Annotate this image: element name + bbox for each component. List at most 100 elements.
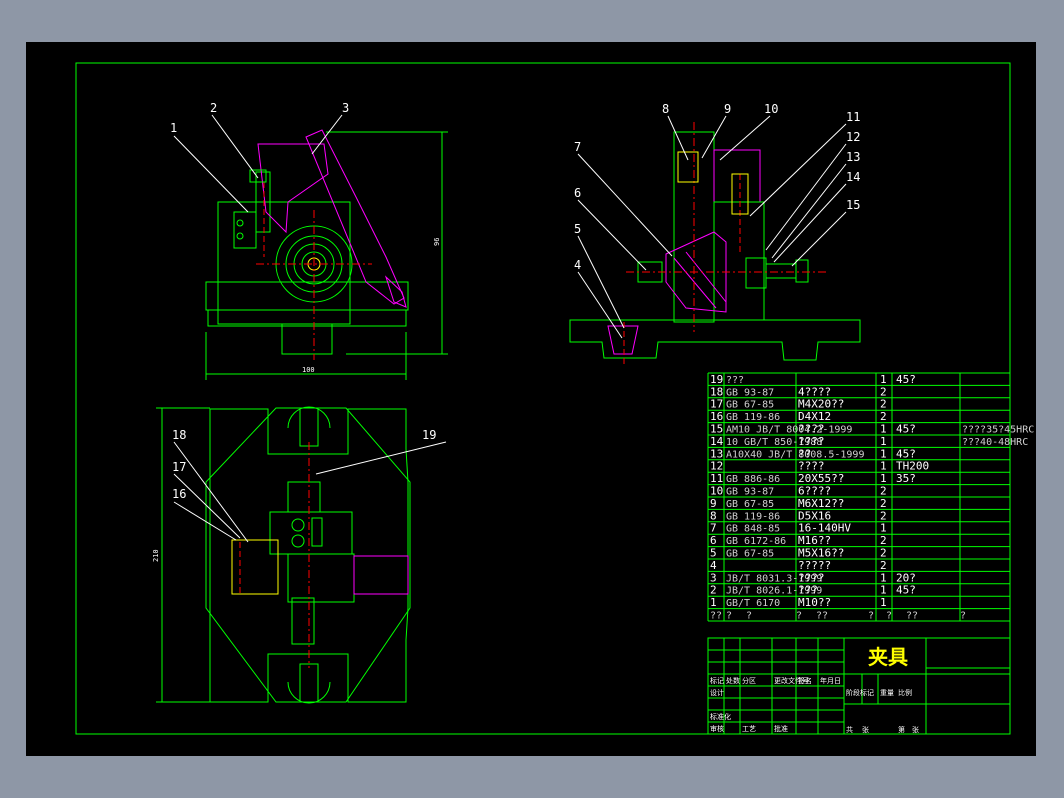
bom-cell-code: GB 6172-86 — [726, 536, 786, 547]
title-block-label: 共 — [846, 725, 853, 734]
bom-header-cell: ? — [960, 611, 966, 622]
bom-cell-code: GB 67-85 — [726, 499, 774, 510]
title-block-label: 张 — [862, 725, 869, 734]
callout-3: 3 — [342, 101, 349, 115]
title-block-label: 处数 — [726, 676, 740, 685]
callout-10: 10 — [764, 102, 778, 116]
bom-cell-no: 18 — [710, 385, 723, 398]
bom-cell-code: A10X40 JB/T 8008.5-1999 — [726, 449, 864, 460]
title-block-label: 分区 — [742, 676, 756, 685]
callout-13: 13 — [846, 150, 860, 164]
bom-cell-name: ???? — [798, 460, 825, 473]
bom-cell-no: 8 — [710, 509, 717, 522]
top-view-leaders — [173, 441, 447, 543]
title-block-label: 标准化 — [710, 712, 731, 721]
bom-cell-name: M16?? — [798, 534, 831, 547]
callout-8: 8 — [662, 102, 669, 116]
bom-cell-qty: 2 — [880, 559, 887, 572]
bom-cell-no: 16 — [710, 410, 723, 423]
cad-drawing: 96 100 1 2 3 4 5 6 7 8 9 10 11 12 13 14 … — [75, 62, 1034, 735]
bom-cell-no: 13 — [710, 447, 723, 460]
bom-header-cell: ?? — [906, 611, 918, 622]
callout-18: 18 — [172, 428, 186, 442]
bom-cell-code: GB 886-86 — [726, 474, 780, 485]
title-block-label: 审核 — [710, 724, 724, 733]
bom-cell-no: 15 — [710, 423, 723, 436]
bom-cell-qty: 1 — [880, 522, 887, 535]
bom-cell-qty: 1 — [880, 472, 887, 485]
bom-cell-qty: 1 — [880, 447, 887, 460]
title-block-label: 张 — [912, 725, 919, 734]
bom-cell-no: 17 — [710, 398, 723, 411]
bom-cell-qty: 1 — [880, 435, 887, 448]
bom-cell-qty: 2 — [880, 485, 887, 498]
title-block-label: 标记 — [710, 676, 724, 685]
dim-v1-height: 96 — [433, 238, 441, 246]
bom-cell-code: GB 848-85 — [726, 524, 780, 535]
bom-header-cell: ? — [796, 611, 802, 622]
bom-cell-note: ????35?45HRC — [962, 425, 1034, 436]
bom-cell-qty: 2 — [880, 547, 887, 560]
bom-cell-qty: 1 — [880, 423, 887, 436]
bom-cell-mat: 35? — [896, 472, 916, 485]
title-block-label: 工艺 — [742, 725, 756, 733]
bom-cell-code: GB 67-85 — [726, 400, 774, 411]
callout-16: 16 — [172, 487, 186, 501]
bom-cell-mat: 45? — [896, 423, 916, 436]
outer-frame — [75, 62, 1011, 735]
title-block-label: 比例 — [898, 688, 912, 697]
bom-cell-qty: 2 — [880, 398, 887, 411]
title-block-labels: 标记 处数 分区 更改文件号签名 年月日设计标准化审核 工艺 批准阶段标记 重量 比例共张第张 — [710, 676, 919, 734]
bom-cell-no: 2 — [710, 584, 717, 597]
title-block-label: 设计 — [710, 688, 724, 697]
bom-cell-name: ????? — [798, 559, 831, 572]
bom-cell-qty: 1 — [880, 584, 887, 597]
bom-cell-name: M10?? — [798, 596, 831, 609]
drawing-canvas: 96 100 1 2 3 4 5 6 7 8 9 10 11 12 13 14 … — [26, 42, 1036, 756]
side-section-view — [569, 122, 861, 366]
front-view — [205, 129, 448, 380]
callout-14: 14 — [846, 170, 860, 184]
bom-cell-no: 4 — [710, 559, 717, 572]
bom-cell-qty: 1 — [880, 373, 887, 386]
callout-6: 6 — [574, 186, 581, 200]
dim-v1-width: 100 — [302, 366, 315, 374]
bill-of-materials: 19??? 1 45?18 GB 93-87 4???? 217 GB 67-85 M4X20… — [707, 372, 1034, 622]
bom-cell-no: 6 — [710, 534, 717, 547]
bom-cell-no: 5 — [710, 547, 717, 560]
bom-cell-qty: 2 — [880, 385, 887, 398]
title-block-label: 重量 — [880, 689, 894, 697]
drawing-title: 夹具 — [868, 645, 908, 669]
bom-cell-mat: 45? — [896, 447, 916, 460]
title-block-label: 阶段标记 — [846, 688, 874, 697]
bom-cell-no: 7 — [710, 522, 717, 535]
bom-cell-code: GB 67-85 — [726, 549, 774, 560]
bom-cell-code: GB/T 6170 — [726, 598, 780, 609]
title-block-label: 签名 — [798, 676, 812, 685]
bom-cell-no: 19 — [710, 373, 723, 386]
bom-cell-no: 1 — [710, 596, 717, 609]
bom-cell-name: D5X16 — [798, 509, 831, 522]
bom-cell-mat: TH200 — [896, 460, 929, 473]
callout-1: 1 — [170, 121, 177, 135]
bom-cell-name: 16-140HV — [798, 522, 851, 535]
bom-header-cell: ? — [746, 611, 752, 622]
bom-cell-qty: 1 — [880, 571, 887, 584]
bom-cell-name: ???? — [798, 571, 825, 584]
title-block — [707, 637, 1011, 735]
bom-cell-name: M6X12?? — [798, 497, 844, 510]
bom-header-cell: ?? — [816, 611, 828, 622]
bom-cell-no: 10 — [710, 485, 723, 498]
bom-cell-name: 4???? — [798, 385, 831, 398]
bom-cell-name: ?? — [798, 447, 811, 460]
bom-cell-no: 9 — [710, 497, 717, 510]
title-block-label: 年月日 — [820, 676, 841, 685]
callout-4: 4 — [574, 258, 581, 272]
bom-cell-mat: 20? — [896, 571, 916, 584]
bom-cell-qty: 2 — [880, 497, 887, 510]
bom-cell-qty: 1 — [880, 596, 887, 609]
callout-9: 9 — [724, 102, 731, 116]
bom-cell-name: ???? — [798, 423, 825, 436]
bom-cell-no: 14 — [710, 435, 724, 448]
bom-header-cell: ?? — [710, 611, 722, 622]
